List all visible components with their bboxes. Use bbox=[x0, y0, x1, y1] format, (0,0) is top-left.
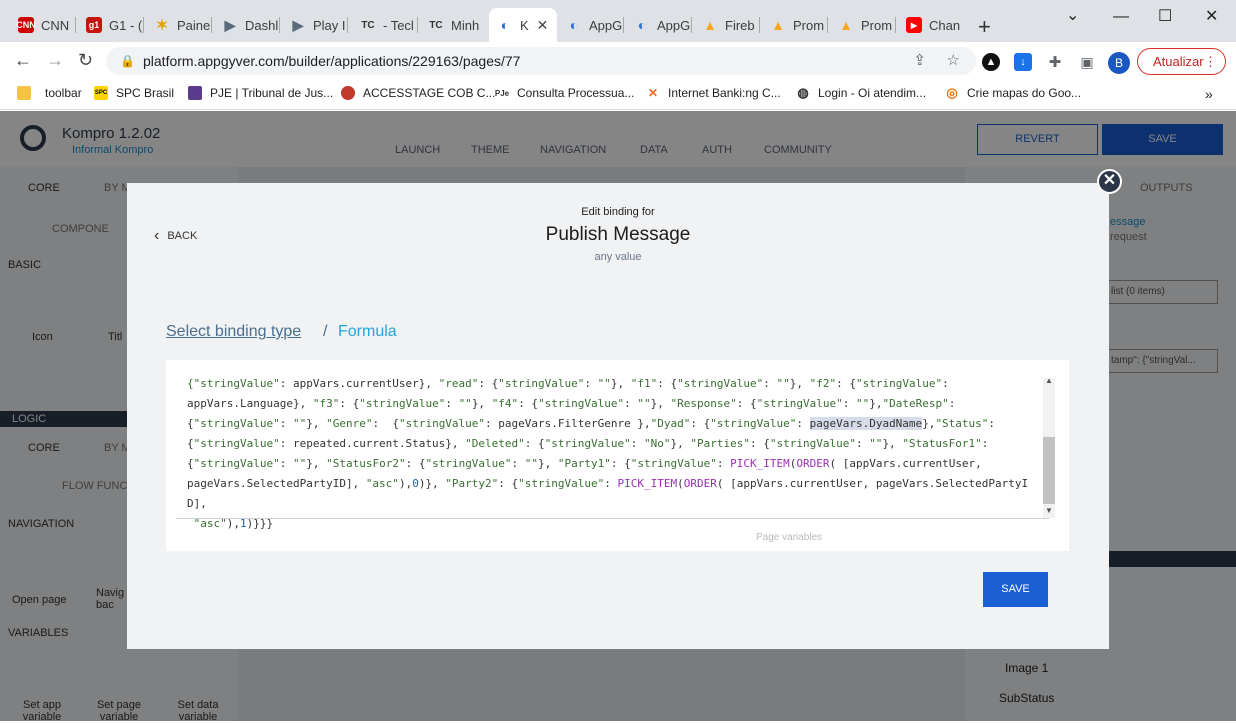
spc-icon: SPC bbox=[94, 86, 108, 100]
new-tab-icon[interactable]: + bbox=[978, 14, 991, 40]
scroll-down-icon[interactable]: ▼ bbox=[1045, 506, 1053, 515]
extension-icon[interactable]: ▲ bbox=[982, 53, 1000, 71]
editor-scrollbar[interactable]: ▲ ▼ bbox=[1043, 376, 1055, 518]
browser-tab[interactable]: ▲ Prom bbox=[830, 8, 896, 42]
browser-tab[interactable]: ▶ Dashl bbox=[214, 8, 280, 42]
breadcrumb-separator: / bbox=[323, 323, 328, 340]
modal-close-icon[interactable]: ✕ bbox=[1097, 169, 1122, 194]
bookmark-item[interactable]: PJE | Tribunal de Jus... bbox=[188, 86, 333, 100]
appgyver-favicon-icon: ◐ bbox=[637, 17, 647, 33]
browser-tab-active[interactable]: ◐ K ✕ bbox=[489, 8, 557, 42]
firebase-favicon-icon: ▲ bbox=[839, 17, 853, 33]
appgyver-favicon-icon: ◐ bbox=[500, 17, 510, 33]
globe-icon: ◍ bbox=[797, 85, 809, 100]
modal-save-button[interactable]: SAVE bbox=[983, 572, 1048, 607]
browser-tab[interactable]: ✶ Paine bbox=[146, 8, 212, 42]
tab-close-icon[interactable]: ✕ bbox=[537, 17, 549, 34]
bookmark-item[interactable]: ◎ Crie mapas do Goo... bbox=[945, 85, 1081, 100]
browser-toolbar: ← → ↻ 🔒 platform.appgyver.com/builder/ap… bbox=[0, 42, 1236, 80]
side-panel-icon[interactable]: ▣ bbox=[1078, 53, 1096, 71]
g1-favicon-icon: g1 bbox=[86, 17, 102, 33]
formula-code[interactable]: {"stringValue": appVars.currentUser}, "r… bbox=[187, 374, 1037, 534]
star-favicon-icon: ✶ bbox=[155, 17, 169, 34]
pje-icon: PJe bbox=[494, 88, 510, 98]
scrollbar-thumb[interactable] bbox=[1043, 437, 1055, 504]
scroll-up-icon[interactable]: ▲ bbox=[1045, 376, 1053, 385]
browser-tab[interactable]: ◐ AppG bbox=[626, 8, 692, 42]
bookmark-item[interactable]: ◍ Login - Oi atendim... bbox=[796, 85, 926, 100]
browser-tab[interactable]: ◐ AppG bbox=[558, 8, 624, 42]
url-bar[interactable]: 🔒 platform.appgyver.com/builder/applicat… bbox=[106, 47, 976, 75]
play-favicon-icon: ▶ bbox=[292, 16, 304, 33]
bookmark-item[interactable]: SPC SPC Brasil bbox=[94, 86, 174, 100]
tc-favicon-icon: TC bbox=[361, 19, 375, 31]
play-favicon-icon: ▶ bbox=[224, 16, 236, 33]
browser-tab[interactable]: g1 G1 - ( bbox=[78, 8, 144, 42]
firebase-favicon-icon: ▲ bbox=[771, 17, 785, 33]
edit-binding-label: Edit binding for bbox=[581, 206, 655, 218]
browser-tab-bar: CNN CNN g1 G1 - ( ✶ Paine ▶ Dashl ▶ Play I TC… bbox=[0, 0, 1236, 42]
bookmark-star-icon[interactable]: ☆ bbox=[947, 47, 960, 75]
browser-tab[interactable]: ▲ Prom bbox=[762, 8, 828, 42]
share-icon[interactable]: ⇪ bbox=[913, 47, 926, 75]
forward-arrow-icon[interactable]: → bbox=[46, 50, 64, 71]
pje-icon bbox=[188, 86, 202, 100]
tc-favicon-icon: TC bbox=[429, 19, 443, 31]
breadcrumb-current: Formula bbox=[338, 323, 397, 340]
bookmark-item[interactable]: PJe Consulta Processua... bbox=[494, 86, 635, 100]
appgyver-favicon-icon: ◐ bbox=[569, 17, 579, 33]
puzzle-icon[interactable]: ✚ bbox=[1046, 53, 1064, 71]
modal-title: Publish Message bbox=[545, 224, 691, 245]
lock-icon: 🔒 bbox=[120, 54, 135, 68]
folder-icon bbox=[17, 86, 31, 100]
bank-icon: ✕ bbox=[647, 86, 659, 100]
browser-tab[interactable]: ▶ Play I bbox=[282, 8, 348, 42]
profile-avatar[interactable]: B bbox=[1108, 52, 1130, 74]
browser-tab[interactable]: ▲ Fireb bbox=[694, 8, 760, 42]
maximize-icon[interactable]: ☐ bbox=[1158, 6, 1172, 26]
tab-search-chevron-icon[interactable]: ⌄ bbox=[1066, 5, 1079, 25]
browser-tab[interactable]: TC Minh bbox=[420, 8, 486, 42]
bookmark-item[interactable]: ACCESSTAGE COB C... bbox=[341, 86, 495, 100]
browser-tab[interactable]: TC - Tecl bbox=[352, 8, 418, 42]
more-bookmarks-icon[interactable]: » bbox=[1205, 86, 1213, 102]
browser-tab[interactable]: CNN CNN bbox=[10, 8, 76, 42]
bookmark-item[interactable]: toolbar bbox=[17, 86, 82, 100]
bookmark-item[interactable]: ✕ Internet Banki:ng C... bbox=[646, 86, 781, 100]
accesstage-icon bbox=[341, 86, 355, 100]
bookmarks-bar: toolbar SPC SPC Brasil PJE | Tribunal de … bbox=[0, 80, 1236, 110]
cnn-favicon-icon: CNN bbox=[16, 17, 36, 33]
firebase-favicon-icon: ▲ bbox=[703, 17, 717, 33]
browser-tab[interactable]: ▶ Chan bbox=[898, 8, 964, 42]
minimize-icon[interactable]: — bbox=[1113, 8, 1129, 26]
update-button[interactable]: Atualizar ⋮ bbox=[1137, 48, 1226, 75]
close-window-icon[interactable]: ✕ bbox=[1205, 6, 1218, 26]
modal-subtitle: any value bbox=[594, 251, 642, 263]
download-icon[interactable]: ↓ bbox=[1014, 53, 1032, 71]
back-arrow-icon[interactable]: ← bbox=[14, 50, 32, 71]
kebab-menu-icon: ⋮ bbox=[1204, 54, 1217, 69]
select-binding-type-link[interactable]: Select binding type bbox=[166, 323, 301, 341]
reload-icon[interactable]: ↻ bbox=[78, 50, 93, 71]
youtube-favicon-icon: ▶ bbox=[906, 17, 922, 33]
maps-icon: ◎ bbox=[946, 85, 958, 100]
